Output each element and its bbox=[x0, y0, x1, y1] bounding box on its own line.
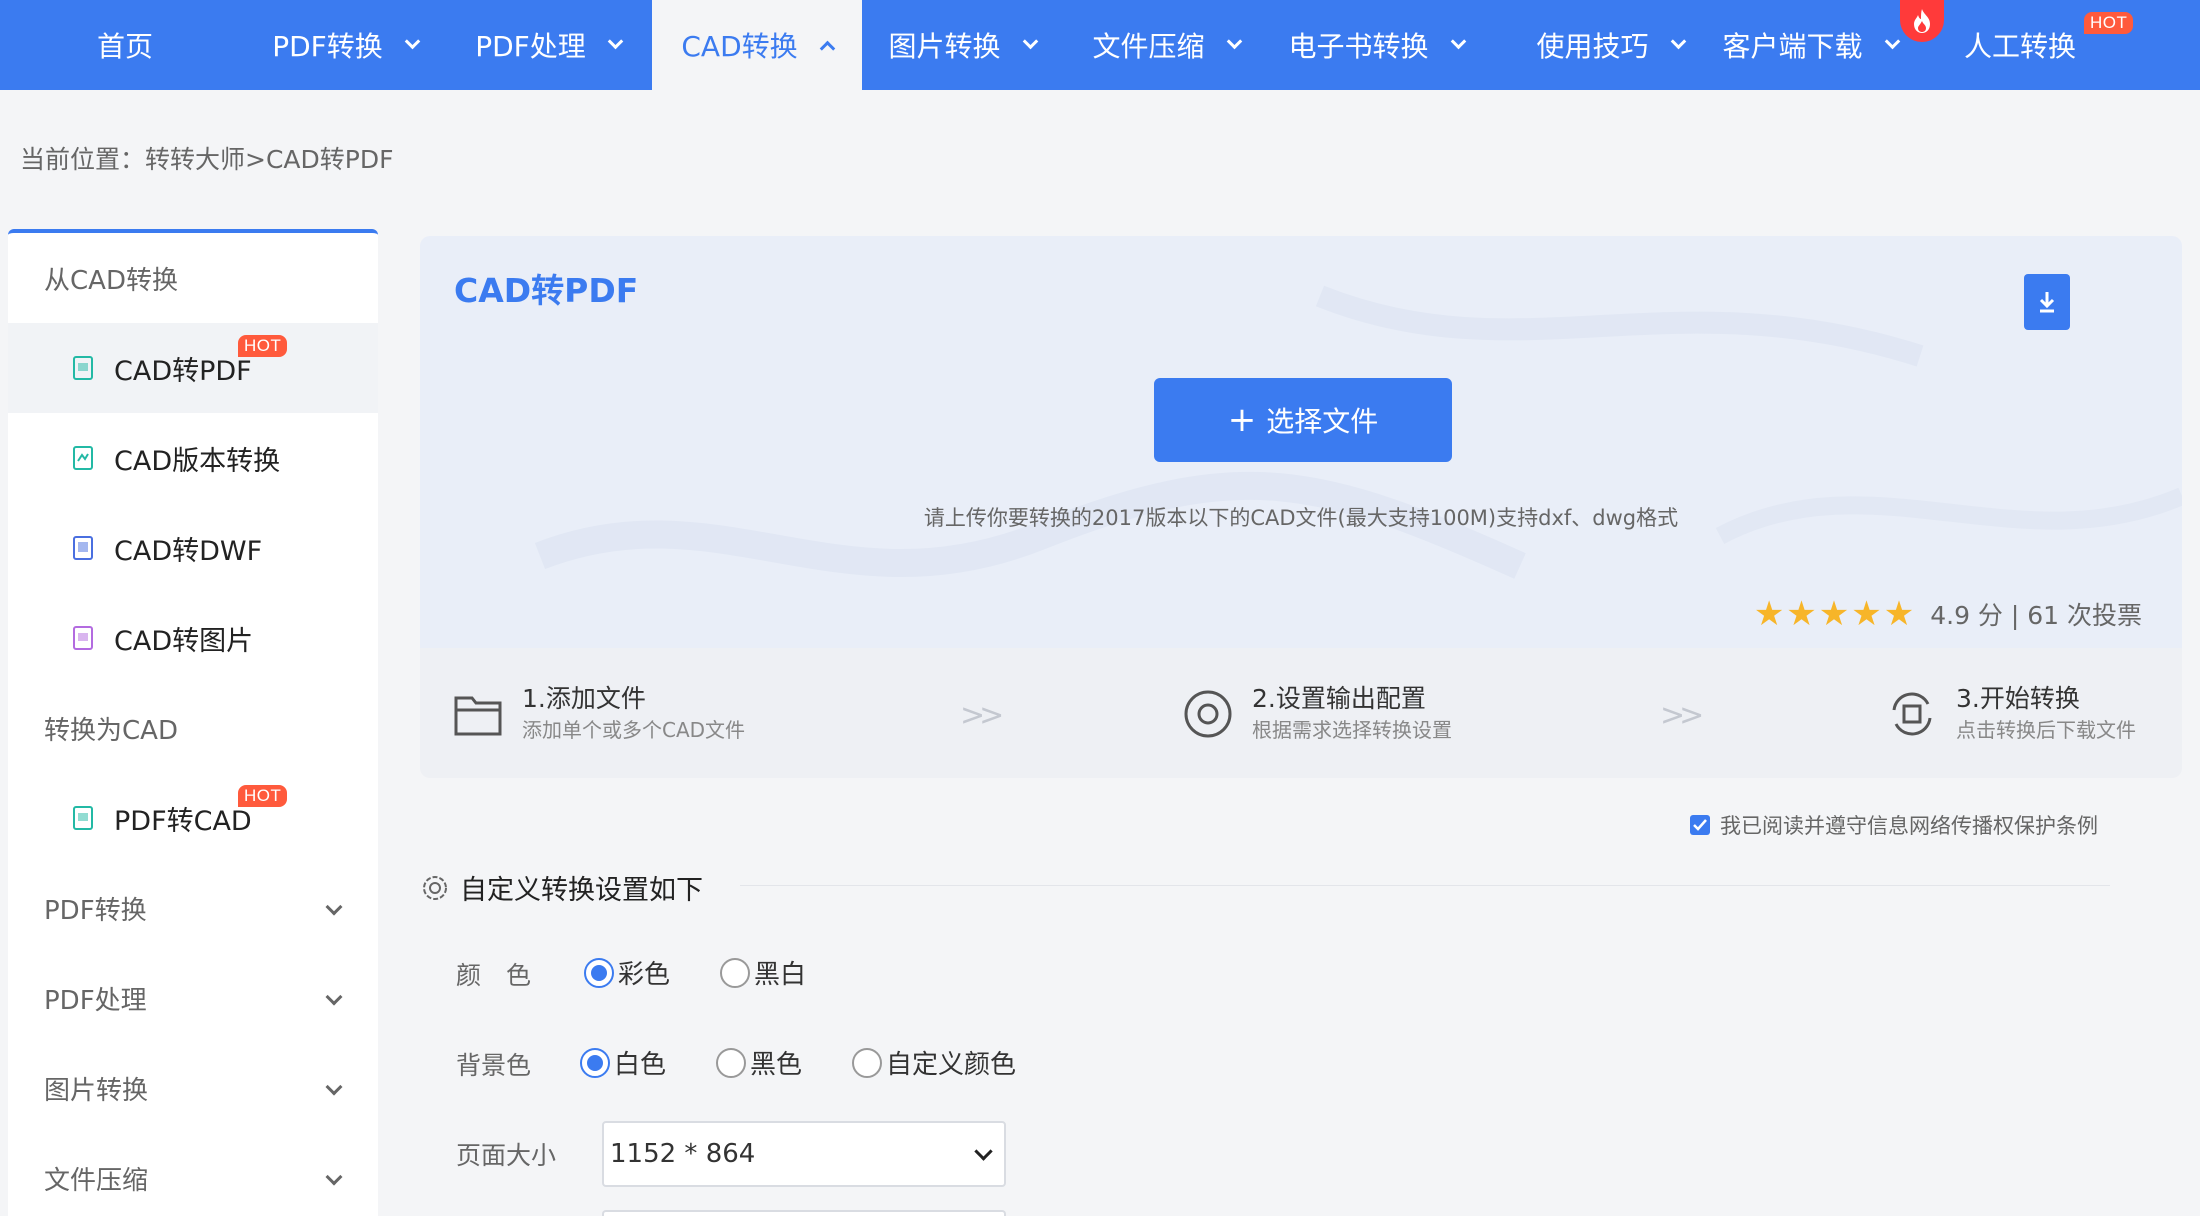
upload-area[interactable]: CAD转PDF + 选择文件 请上传你要转换的2017版本以下的CAD文件(最大… bbox=[420, 236, 2182, 648]
sidebar-group-image-convert[interactable]: 图片转换 bbox=[8, 1043, 378, 1133]
document-icon bbox=[73, 356, 93, 380]
hot-badge: HOT bbox=[238, 335, 288, 357]
page-size-label: 页面大小 bbox=[456, 1141, 557, 1170]
step-add-file: 1.添加文件 添加单个或多个CAD文件 bbox=[450, 682, 745, 744]
flame-icon bbox=[1900, 0, 1944, 42]
arrow-icon: >> bbox=[1660, 698, 1704, 733]
radio-selected-icon bbox=[584, 957, 614, 988]
chevron-down-icon bbox=[1226, 33, 1242, 49]
sidebar-item-cad-to-pdf[interactable]: CAD转PDF HOT bbox=[8, 323, 378, 413]
sidebar: 从CAD转换 CAD转PDF HOT CAD版本转换 CAD转DWF CAD转图… bbox=[8, 229, 378, 1216]
chevron-down-icon bbox=[325, 898, 343, 916]
color-label: 颜 色 bbox=[456, 961, 532, 990]
page-size-select[interactable]: 1152 * 864 bbox=[602, 1121, 1006, 1187]
document-icon bbox=[73, 446, 93, 470]
radio-color-full[interactable]: 彩色 bbox=[584, 954, 670, 991]
chevron-down-icon bbox=[1022, 33, 1038, 49]
divider bbox=[740, 885, 2110, 886]
nav-tips[interactable]: 使用技巧 bbox=[1510, 0, 1710, 90]
steps-strip: 1.添加文件 添加单个或多个CAD文件 >> 2.设置输出配置 根据需求选择转换… bbox=[420, 648, 2182, 778]
radio-bg-white[interactable]: 白色 bbox=[580, 1044, 666, 1081]
convert-icon bbox=[1892, 692, 1932, 736]
folder-icon bbox=[454, 696, 502, 736]
rating-text: 4.9 分 | 61 次投票 bbox=[1930, 601, 2142, 630]
chevron-down-icon bbox=[325, 1078, 343, 1096]
radio-selected-icon bbox=[580, 1047, 610, 1078]
radio-bg-custom[interactable]: 自定义颜色 bbox=[852, 1044, 1016, 1081]
step-start-convert: 3.开始转换 点击转换后下载文件 bbox=[1884, 682, 2136, 744]
sidebar-group-file-compress[interactable]: 文件压缩 bbox=[8, 1133, 378, 1216]
download-button[interactable] bbox=[2024, 274, 2070, 330]
gear-icon bbox=[423, 875, 447, 900]
step-output-config: 2.设置输出配置 根据需求选择转换设置 bbox=[1180, 682, 1452, 744]
chevron-up-icon bbox=[819, 40, 835, 56]
chevron-down-icon bbox=[1670, 33, 1686, 49]
nav-ebook-convert[interactable]: 电子书转换 bbox=[1266, 0, 1486, 90]
nav-pdf-process[interactable]: PDF处理 bbox=[448, 0, 648, 90]
chevron-down-icon bbox=[607, 33, 624, 49]
chevron-down-icon bbox=[1884, 33, 1900, 49]
nav-manual-convert[interactable]: 人工转换 bbox=[1940, 0, 2100, 90]
chevron-down-icon bbox=[974, 1142, 993, 1161]
choose-file-button[interactable]: + 选择文件 bbox=[1154, 378, 1452, 462]
radio-icon bbox=[852, 1047, 882, 1078]
image-icon bbox=[73, 626, 93, 650]
nav-client-download[interactable]: 客户端下载 bbox=[1710, 0, 1910, 90]
sidebar-item-cad-to-image[interactable]: CAD转图片 bbox=[8, 593, 378, 683]
document-icon bbox=[73, 806, 93, 830]
agreement-checkbox[interactable]: 我已阅读并遵守信息网络传播权保护条例 bbox=[1690, 810, 2098, 840]
chevron-down-icon bbox=[325, 1168, 343, 1186]
nav-home[interactable]: 首页 bbox=[0, 0, 250, 90]
sidebar-group-from-cad: 从CAD转换 bbox=[44, 265, 178, 296]
radio-bg-black[interactable]: 黑色 bbox=[716, 1044, 802, 1081]
sidebar-item-cad-to-dwf[interactable]: CAD转DWF bbox=[8, 503, 378, 593]
top-nav: 首页 PDF转换 PDF处理 CAD转换 图片转换 文件压缩 电子书转换 使用技… bbox=[0, 0, 2200, 90]
settings-icon bbox=[1184, 690, 1232, 738]
hot-badge: HOT bbox=[2084, 12, 2134, 34]
plus-icon: + bbox=[1227, 400, 1257, 440]
nav-pdf-convert[interactable]: PDF转换 bbox=[250, 0, 440, 90]
nav-image-convert[interactable]: 图片转换 bbox=[862, 0, 1062, 90]
radio-color-bw[interactable]: 黑白 bbox=[720, 954, 806, 991]
sidebar-group-to-cad: 转换为CAD bbox=[44, 715, 178, 746]
checkbox-checked-icon[interactable] bbox=[1690, 815, 1710, 835]
nav-file-compress[interactable]: 文件压缩 bbox=[1066, 0, 1266, 90]
sidebar-item-cad-version[interactable]: CAD版本转换 bbox=[8, 413, 378, 503]
rating: ★★★★★ 4.9 分 | 61 次投票 bbox=[1754, 594, 2142, 634]
sidebar-group-pdf-convert[interactable]: PDF转换 bbox=[8, 863, 378, 953]
radio-icon bbox=[720, 957, 750, 988]
nav-cad-convert[interactable]: CAD转换 bbox=[652, 0, 862, 90]
sidebar-item-pdf-to-cad[interactable]: PDF转CAD HOT bbox=[8, 773, 378, 863]
breadcrumb: 当前位置：转转大师>CAD转PDF bbox=[20, 145, 394, 174]
upload-hint: 请上传你要转换的2017版本以下的CAD文件(最大支持100M)支持dxf、dw… bbox=[923, 506, 1679, 530]
sidebar-group-pdf-process[interactable]: PDF处理 bbox=[8, 953, 378, 1043]
next-select[interactable] bbox=[602, 1210, 1006, 1216]
chevron-down-icon bbox=[1450, 33, 1466, 49]
document-icon bbox=[73, 536, 93, 560]
arrow-icon: >> bbox=[960, 698, 1004, 733]
chevron-down-icon bbox=[404, 33, 421, 49]
rating-stars[interactable]: ★★★★★ bbox=[1754, 594, 1916, 634]
bg-label: 背景色 bbox=[456, 1051, 532, 1080]
download-icon bbox=[2039, 292, 2055, 313]
hot-badge: HOT bbox=[238, 785, 288, 807]
settings-header: 自定义转换设置如下 bbox=[420, 868, 703, 907]
chevron-down-icon bbox=[325, 988, 343, 1006]
radio-icon bbox=[716, 1047, 746, 1078]
page-title: CAD转PDF bbox=[454, 271, 639, 310]
